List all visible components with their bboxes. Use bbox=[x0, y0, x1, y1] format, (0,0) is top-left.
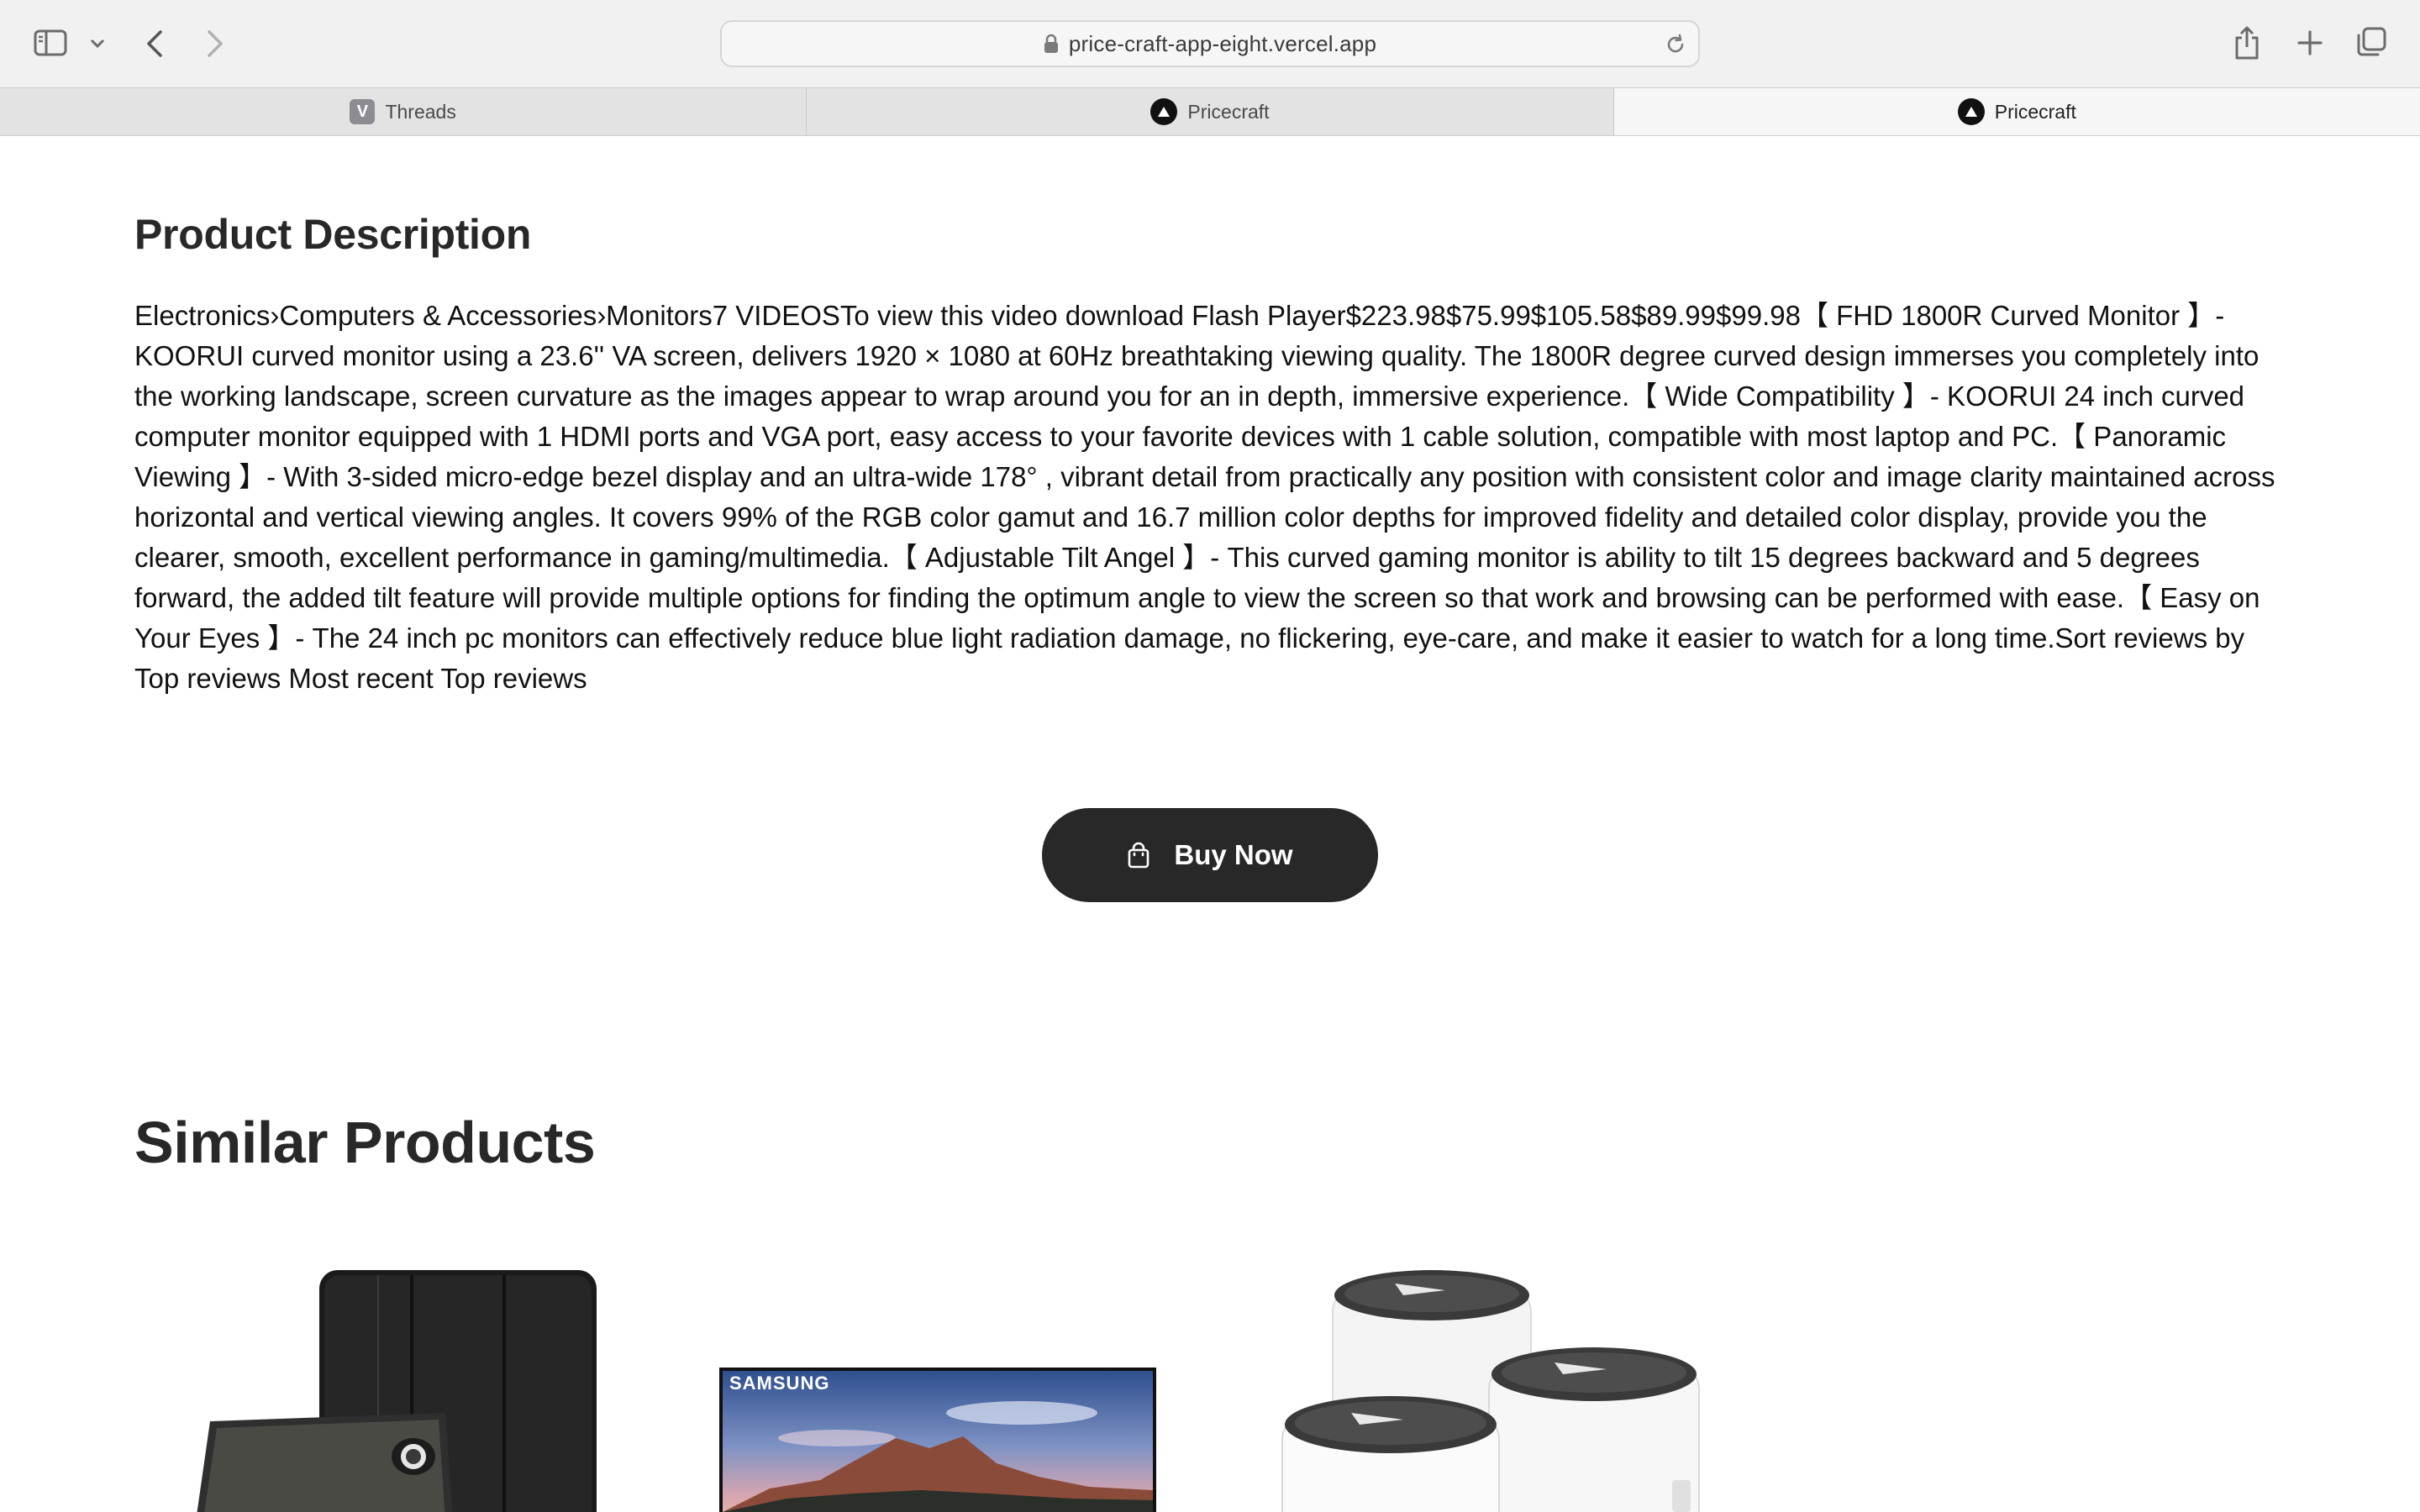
product-description-heading: Product Description bbox=[134, 211, 532, 258]
tab-label: Pricecraft bbox=[1994, 100, 2076, 123]
sidebar-toggle-icon[interactable] bbox=[32, 27, 69, 59]
address-bar[interactable]: price-craft-app-eight.vercel.app bbox=[720, 20, 1700, 67]
browser-toolbar: price-craft-app-eight.vercel.app bbox=[0, 0, 2420, 87]
buy-now-label: Buy Now bbox=[1174, 839, 1293, 870]
reload-icon[interactable] bbox=[1665, 34, 1686, 55]
back-arrow-icon[interactable] bbox=[139, 27, 170, 60]
chevron-down-icon[interactable] bbox=[87, 34, 108, 54]
pricecraft-favicon-icon bbox=[1150, 98, 1178, 125]
similar-products-heading: Similar Products bbox=[134, 1110, 596, 1175]
similar-product-card[interactable] bbox=[168, 1270, 622, 1512]
tab-threads[interactable]: V Threads bbox=[0, 88, 808, 135]
lock-icon bbox=[1044, 34, 1059, 54]
threads-favicon-icon: V bbox=[350, 99, 376, 124]
shopping-bag-icon bbox=[1127, 842, 1150, 869]
pricecraft-favicon-icon bbox=[1957, 98, 1985, 125]
forward-arrow-icon[interactable] bbox=[200, 27, 230, 60]
product-description-text: Electronics›Computers & Accessories›Moni… bbox=[134, 300, 2275, 694]
url-text: price-craft-app-eight.vercel.app bbox=[1068, 30, 1377, 56]
buy-now-button[interactable]: Buy Now bbox=[1042, 808, 1378, 902]
new-tab-plus-icon[interactable] bbox=[2294, 27, 2326, 59]
tab-bar: V Threads Pricecraft Pricecraft bbox=[0, 87, 2420, 136]
samsung-brand-text: SAMSUNG bbox=[729, 1373, 829, 1394]
share-icon[interactable] bbox=[2230, 24, 2264, 62]
tab-overview-icon[interactable] bbox=[2354, 25, 2388, 59]
tab-pricecraft-active[interactable]: Pricecraft bbox=[1613, 88, 2420, 135]
tab-pricecraft[interactable]: Pricecraft bbox=[807, 88, 1614, 135]
tab-label: Pricecraft bbox=[1187, 100, 1270, 123]
tablet-case-image bbox=[197, 1270, 597, 1512]
tab-label: Threads bbox=[385, 100, 456, 123]
monitor-image: SAMSUNG bbox=[719, 1368, 1156, 1512]
similar-product-card[interactable]: SAMSUNG bbox=[719, 1270, 1156, 1512]
mesh-router-image bbox=[1281, 1270, 1700, 1512]
page-content: Product Description Electronics›Computer… bbox=[0, 136, 2420, 1512]
similar-product-card[interactable] bbox=[1277, 1270, 1714, 1512]
